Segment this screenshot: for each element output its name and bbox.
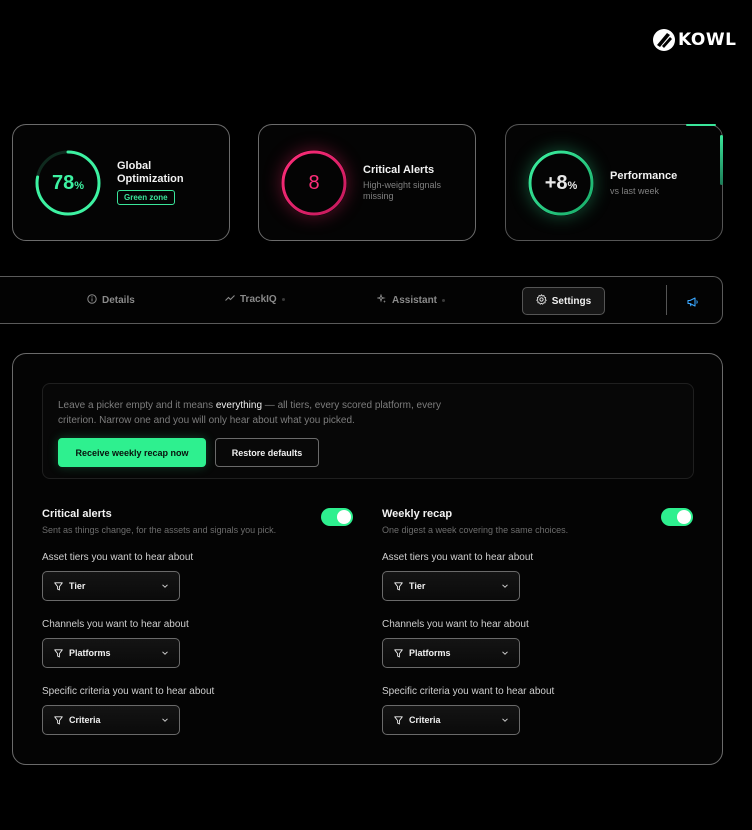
section-title: Critical alerts — [42, 508, 112, 520]
gear-icon — [536, 294, 547, 308]
field-label: Asset tiers you want to hear about — [382, 552, 534, 563]
trend-line-icon — [225, 294, 235, 305]
card-edge-highlight — [720, 135, 723, 185]
info-box: Leave a picker empty and it means everyt… — [42, 383, 694, 479]
critical-alerts-card[interactable]: 8 Critical Alerts High-weight signals mi… — [258, 124, 476, 241]
tab-label: Assistant — [392, 295, 438, 306]
field-label: Channels you want to hear about — [382, 619, 529, 630]
tab-bar: Details TrackIQ Assistant Settings — [0, 276, 723, 324]
filter-icon — [394, 648, 403, 658]
tab-settings[interactable]: Settings — [522, 287, 605, 315]
kowl-logo-icon — [653, 29, 675, 51]
notification-settings-panel: Leave a picker empty and it means everyt… — [12, 353, 723, 765]
tab-trackiq[interactable]: TrackIQ — [225, 294, 285, 305]
alerts-ring: 8 — [281, 150, 347, 216]
tier-select[interactable]: Tier — [42, 571, 180, 601]
platforms-select[interactable]: Platforms — [42, 638, 180, 668]
select-value: Platforms — [409, 648, 451, 658]
field-label: Specific criteria you want to hear about — [382, 686, 555, 697]
filter-icon — [54, 715, 63, 725]
criteria-select[interactable]: Criteria — [382, 705, 520, 735]
chevron-down-icon — [161, 649, 169, 657]
info-text: Leave a picker empty and it means everyt… — [58, 400, 441, 426]
criteria-select[interactable]: Criteria — [42, 705, 180, 735]
info-circle-icon — [87, 294, 97, 307]
tab-details[interactable]: Details — [87, 294, 135, 307]
select-value: Platforms — [69, 648, 111, 658]
select-value: Criteria — [409, 715, 441, 725]
restore-defaults-button[interactable]: Restore defaults — [215, 438, 319, 467]
tab-indicator-dot — [281, 298, 285, 301]
brand-logo[interactable]: KOWL — [653, 29, 736, 51]
card-title: Critical Alerts — [363, 164, 435, 176]
chevron-down-icon — [161, 582, 169, 590]
card-subtitle: vs last week — [610, 186, 660, 196]
select-value: Criteria — [69, 715, 101, 725]
sparkle-icon — [376, 293, 387, 307]
weekly-recap-section: Weekly recap One digest a week covering … — [382, 508, 693, 735]
filter-icon — [394, 581, 403, 591]
chevron-down-icon — [501, 649, 509, 657]
field-label: Channels you want to hear about — [42, 619, 189, 630]
alerts-count: 8 — [308, 171, 320, 194]
tab-label: Settings — [551, 295, 592, 307]
section-subtitle: One digest a week covering the same choi… — [382, 525, 569, 535]
field-label: Specific criteria you want to hear about — [42, 686, 215, 697]
tier-select[interactable]: Tier — [382, 571, 520, 601]
performance-card[interactable]: +8% Performance vs last week — [505, 124, 723, 241]
chevron-down-icon — [501, 582, 509, 590]
card-subtitle: High-weight signals missing — [363, 180, 442, 201]
chevron-down-icon — [501, 716, 509, 724]
global-optimization-card[interactable]: 78% Global Optimization Green zone — [12, 124, 230, 241]
section-subtitle: Sent as things change, for the assets an… — [42, 525, 277, 535]
receive-weekly-recap-button[interactable]: Receive weekly recap now — [58, 438, 206, 467]
tab-indicator-dot — [442, 299, 446, 302]
field-label: Asset tiers you want to hear about — [42, 552, 194, 563]
megaphone-icon[interactable] — [687, 294, 699, 312]
brand-name: KOWL — [678, 30, 737, 50]
tab-divider — [666, 285, 667, 315]
filter-icon — [54, 581, 63, 591]
select-value: Tier — [409, 581, 426, 591]
select-value: Tier — [69, 581, 86, 591]
critical-alerts-section: Critical alerts Sent as things change, f… — [42, 508, 353, 735]
status-badge: Green zone — [117, 190, 175, 205]
platforms-select[interactable]: Platforms — [382, 638, 520, 668]
card-title: Global Optimization — [117, 160, 184, 185]
tab-label: Details — [102, 295, 135, 306]
performance-ring: +8% — [528, 150, 594, 216]
filter-icon — [394, 715, 403, 725]
card-title: Performance — [610, 170, 678, 182]
section-title: Weekly recap — [382, 508, 453, 520]
filter-icon — [54, 648, 63, 658]
optimization-value: 78% — [51, 171, 85, 194]
tab-assistant[interactable]: Assistant — [376, 293, 446, 307]
performance-value: +8% — [544, 171, 578, 194]
optimization-progress-ring: 78% — [35, 150, 101, 216]
chevron-down-icon — [161, 716, 169, 724]
tab-label: TrackIQ — [240, 294, 277, 305]
critical-alerts-toggle[interactable] — [321, 508, 353, 526]
weekly-recap-toggle[interactable] — [661, 508, 693, 526]
